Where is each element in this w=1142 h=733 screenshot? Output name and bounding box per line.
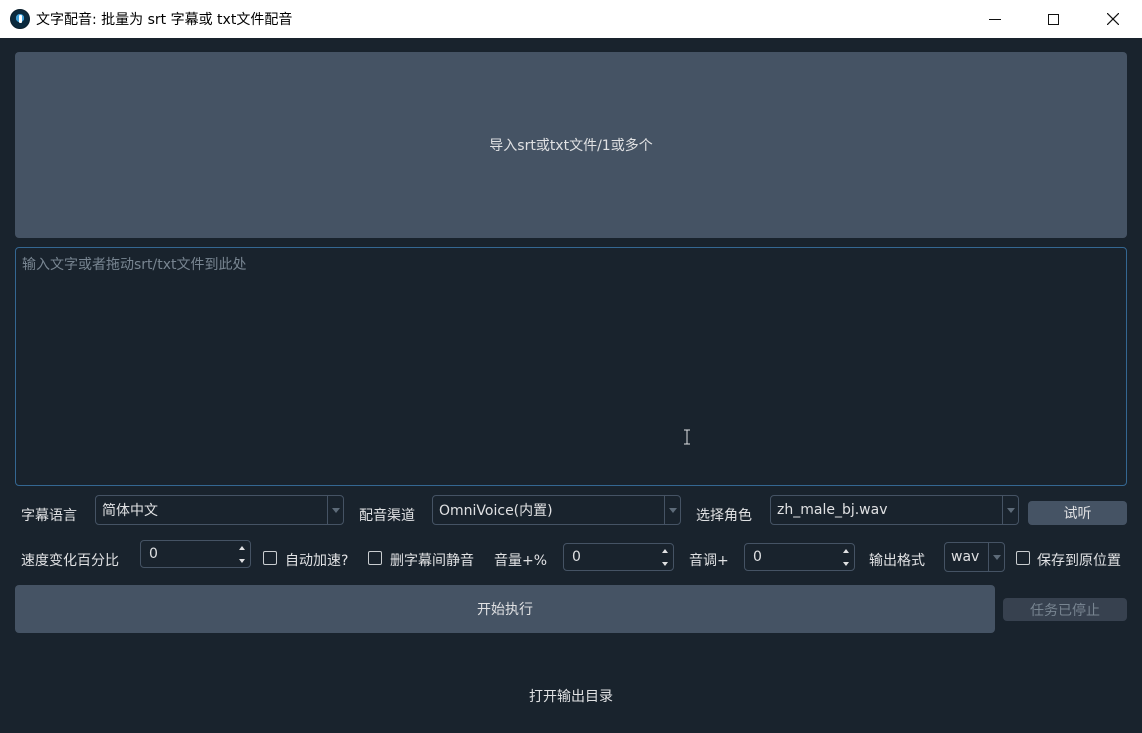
role-value: zh_male_bj.wav (777, 502, 888, 518)
dubbing-channel-label: 配音渠道 (359, 508, 415, 524)
text-cursor-icon (684, 429, 690, 445)
role-label: 选择角色 (696, 508, 752, 524)
open-output-dir-label: 打开输出目录 (529, 689, 613, 705)
app-icon (10, 9, 30, 29)
volume-stepper[interactable] (657, 544, 673, 570)
chevron-down-icon (327, 496, 343, 524)
text-input-placeholder: 输入文字或者拖动srt/txt文件到此处 (22, 257, 247, 273)
speed-label: 速度变化百分比 (21, 553, 119, 569)
minimize-button[interactable] (965, 0, 1024, 38)
window-controls (965, 0, 1142, 38)
open-output-dir-link[interactable]: 打开输出目录 (0, 686, 1142, 706)
arrow-down-icon[interactable] (657, 557, 673, 570)
pitch-label: 音调+ (689, 553, 729, 569)
volume-value: 0 (572, 549, 581, 565)
window-title: 文字配音: 批量为 srt 字幕或 txt文件配音 (36, 12, 293, 28)
remove-silence-label: 删字幕间静音 (390, 553, 474, 569)
subtitle-language-label: 字幕语言 (21, 508, 77, 524)
arrow-down-icon[interactable] (234, 554, 250, 567)
arrow-up-icon[interactable] (838, 544, 854, 557)
remove-silence-checkbox[interactable] (368, 551, 382, 565)
start-button[interactable]: 开始执行 (15, 585, 995, 633)
role-select[interactable]: zh_male_bj.wav (770, 495, 1019, 525)
import-files-label: 导入srt或txt文件/1或多个 (489, 138, 653, 154)
maximize-button[interactable] (1024, 0, 1083, 38)
subtitle-language-select[interactable]: 简体中文 (95, 495, 344, 525)
save-original-checkbox[interactable] (1016, 551, 1030, 565)
chevron-down-icon (1002, 496, 1018, 524)
subtitle-language-value: 简体中文 (102, 503, 158, 519)
save-original-label: 保存到原位置 (1037, 553, 1121, 569)
task-stopped-label: 任务已停止 (1030, 602, 1100, 619)
pitch-stepper[interactable] (838, 544, 854, 570)
auto-speed-label: 自动加速? (285, 553, 349, 569)
speed-spinbox[interactable]: 0 (140, 540, 251, 568)
minimize-icon (988, 18, 1001, 20)
speed-stepper[interactable] (234, 541, 250, 567)
arrow-down-icon[interactable] (838, 557, 854, 570)
maximize-icon (1048, 13, 1059, 25)
listen-button-label: 试听 (1063, 506, 1092, 522)
chevron-down-icon (664, 496, 680, 524)
output-format-value: wav (951, 549, 980, 565)
speed-value: 0 (149, 546, 158, 562)
output-format-select[interactable]: wav (944, 542, 1005, 572)
close-button[interactable] (1083, 0, 1142, 38)
pitch-value: 0 (753, 549, 762, 565)
arrow-up-icon[interactable] (234, 541, 250, 554)
import-files-button[interactable]: 导入srt或txt文件/1或多个 (15, 52, 1127, 238)
arrow-up-icon[interactable] (657, 544, 673, 557)
volume-spinbox[interactable]: 0 (563, 543, 674, 571)
text-input-area[interactable]: 输入文字或者拖动srt/txt文件到此处 (15, 247, 1127, 486)
pitch-spinbox[interactable]: 0 (744, 543, 855, 571)
chevron-down-icon (988, 543, 1004, 571)
start-button-label: 开始执行 (477, 602, 533, 618)
output-format-label: 输出格式 (869, 553, 925, 569)
auto-speed-checkbox[interactable] (263, 551, 277, 565)
title-bar: 文字配音: 批量为 srt 字幕或 txt文件配音 (0, 0, 1142, 38)
volume-label: 音量+% (494, 553, 548, 569)
dubbing-channel-select[interactable]: OmniVoice(内置) (432, 495, 681, 525)
task-stopped-button[interactable]: 任务已停止 (1003, 598, 1127, 621)
listen-button[interactable]: 试听 (1028, 501, 1127, 525)
close-icon (1106, 13, 1119, 25)
dubbing-channel-value: OmniVoice(内置) (439, 503, 553, 519)
